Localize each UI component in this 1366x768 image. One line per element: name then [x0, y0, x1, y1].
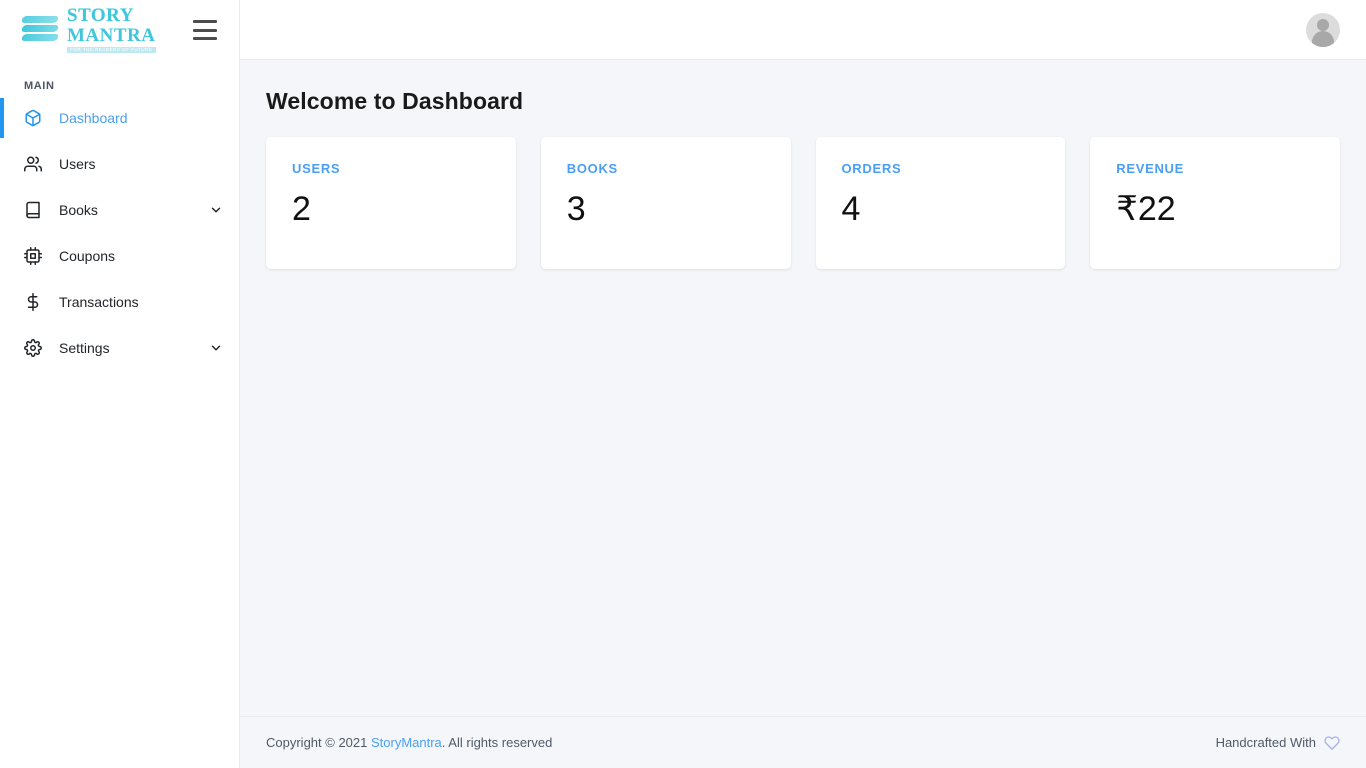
sidebar: STORY MANTRA FOR THE READERS OF FUTURE M…: [0, 0, 240, 768]
cube-icon: [24, 109, 42, 127]
stat-card-books: BOOKS 3: [540, 137, 791, 269]
sidebar-item-label: Books: [59, 202, 98, 218]
stat-card-label: REVENUE: [1116, 161, 1184, 176]
footer-handcrafted-label: Handcrafted With: [1215, 735, 1316, 750]
footer-copyright: Copyright © 2021 StoryMantra. All rights…: [266, 735, 552, 750]
sidebar-item-transactions[interactable]: Transactions: [0, 286, 239, 318]
footer-brand-link[interactable]: StoryMantra: [371, 735, 442, 750]
chevron-down-icon[interactable]: [209, 341, 223, 355]
sidebar-item-dashboard[interactable]: Dashboard: [0, 98, 239, 138]
main-area: Welcome to Dashboard USERS 2 BOOKS 3 ORD…: [240, 0, 1366, 768]
stat-card-orders: ORDERS 4: [815, 137, 1066, 269]
sidebar-item-books[interactable]: Books: [0, 194, 239, 226]
menu-bar: [193, 37, 217, 40]
users-icon: [24, 155, 42, 173]
dollar-sign-icon: [24, 293, 42, 311]
sidebar-item-label: Settings: [59, 340, 110, 356]
stat-card-label: ORDERS: [841, 161, 902, 176]
footer: Copyright © 2021 StoryMantra. All rights…: [240, 716, 1366, 768]
avatar[interactable]: [1306, 12, 1340, 47]
logo-text-story: STORY: [67, 4, 134, 26]
chevron-down-icon[interactable]: [209, 203, 223, 217]
logo-bars-icon: [20, 10, 60, 50]
stat-card-value: 3: [566, 190, 586, 228]
menu-bar: [193, 20, 217, 23]
content-area: Welcome to Dashboard USERS 2 BOOKS 3 ORD…: [240, 60, 1366, 716]
footer-copyright-suffix: . All rights reserved: [441, 735, 553, 750]
footer-handcrafted: Handcrafted With: [1216, 735, 1340, 751]
stat-card-value: 2: [292, 190, 311, 228]
book-icon: [24, 201, 42, 219]
menu-toggle-button[interactable]: [193, 20, 217, 40]
footer-copyright-prefix: Copyright © 2021: [266, 735, 371, 750]
sidebar-item-label: Dashboard: [59, 110, 128, 126]
stat-cards: USERS 2 BOOKS 3 ORDERS 4 REVENUE ₹22: [266, 137, 1340, 269]
sidebar-item-label: Transactions: [59, 294, 139, 310]
heart-icon: [1324, 735, 1340, 751]
logo-tagline: FOR THE READERS OF FUTURE: [67, 46, 156, 54]
stat-card-value: 4: [841, 190, 861, 228]
avatar-body: [1312, 30, 1334, 47]
sidebar-section-label: MAIN: [24, 80, 55, 92]
app-root: STORY MANTRA FOR THE READERS OF FUTURE M…: [0, 0, 1366, 768]
sidebar-item-users[interactable]: Users: [0, 148, 239, 180]
sidebar-item-label: Users: [59, 156, 96, 172]
stat-card-revenue: REVENUE ₹22: [1090, 137, 1340, 269]
menu-bar: [193, 28, 217, 32]
page-title: Welcome to Dashboard: [266, 88, 524, 114]
logo-text-mantra: MANTRA: [67, 24, 156, 46]
topbar: [240, 0, 1366, 60]
sidebar-item-coupons[interactable]: Coupons: [0, 240, 239, 272]
topbar-right: [1306, 12, 1340, 47]
chip-icon: [24, 247, 42, 265]
stat-card-value: ₹22: [1116, 190, 1176, 228]
sidebar-item-label: Coupons: [59, 248, 116, 264]
stat-card-users: USERS 2: [266, 137, 516, 269]
avatar-head: [1317, 18, 1329, 31]
stat-card-label: BOOKS: [566, 161, 618, 176]
sidebar-item-settings[interactable]: Settings: [0, 332, 239, 364]
stat-card-label: USERS: [292, 161, 341, 176]
gear-icon: [24, 339, 42, 357]
